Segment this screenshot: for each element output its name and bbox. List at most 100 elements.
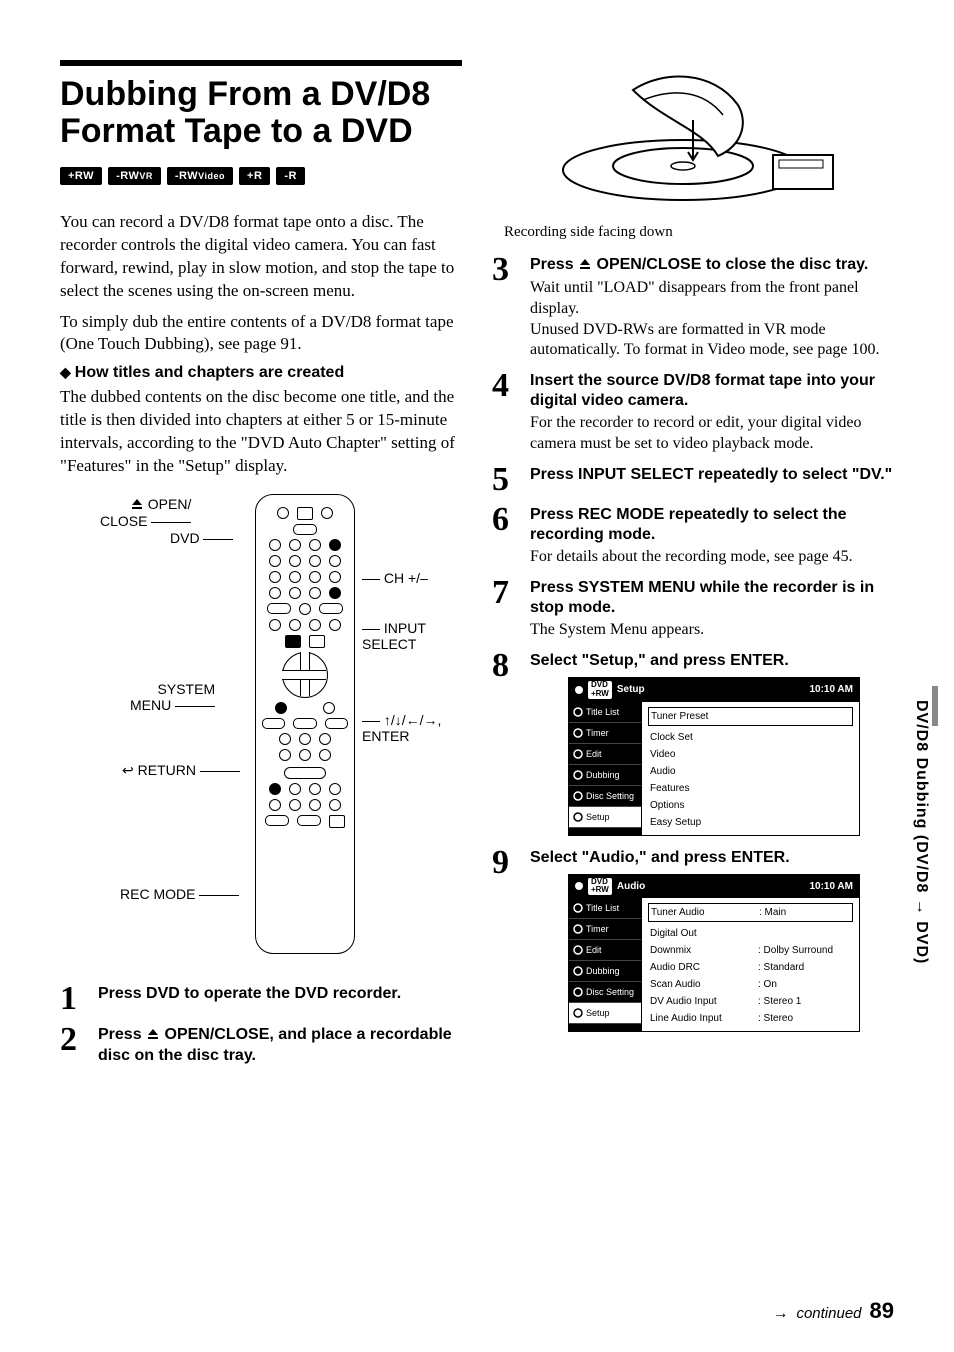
menu-side-item: Dubbing	[569, 961, 641, 982]
menu-side-item: Timer	[569, 723, 641, 744]
menu-side-item: Edit	[569, 940, 641, 961]
menu-item-icon	[573, 903, 583, 913]
return-icon: ↩	[122, 762, 134, 778]
menu-item-icon	[573, 791, 583, 801]
side-tab-bar	[932, 686, 938, 726]
eject-icon	[146, 1026, 160, 1046]
eject-icon	[578, 256, 592, 276]
step-head: Select "Setup," and press ENTER.	[530, 651, 894, 671]
step-head: Select "Audio," and press ENTER.	[530, 848, 894, 868]
menu-item-icon	[573, 812, 583, 822]
step-number: 7	[492, 578, 520, 641]
rec-icon	[575, 686, 583, 694]
step-number: 4	[492, 371, 520, 455]
step-body-text: For the recorder to record or edit, your…	[530, 413, 894, 455]
dvd-rw-badge: DVD+RW	[588, 681, 612, 699]
badge-minus-rw-vr: -RWVR	[108, 167, 161, 185]
dvd-rw-badge: DVD+RW	[588, 878, 612, 896]
page-number: 89	[870, 1298, 894, 1324]
menu-side-item: Edit	[569, 744, 641, 765]
menu-side-item: Disc Setting	[569, 982, 641, 1003]
menu-item-icon	[573, 707, 583, 717]
step-body-text: Wait until "LOAD" disappears from the fr…	[530, 278, 894, 361]
menu-side-item: Dubbing	[569, 765, 641, 786]
page-footer: → continued 89	[772, 1298, 894, 1324]
step-body-text: The System Menu appears.	[530, 620, 894, 641]
step-head: Press DVD to operate the DVD recorder.	[98, 984, 462, 1004]
menu-time: 10:10 AM	[809, 881, 853, 892]
label-arrows-enter: ↑/↓/←/→, ENTER	[362, 712, 441, 744]
continued-label: continued	[796, 1305, 861, 1322]
section-rule	[60, 60, 462, 66]
menu-item-icon	[573, 924, 583, 934]
rec-icon	[575, 882, 583, 890]
menu-main-item: Clock Set	[648, 729, 853, 746]
step-3: 3 Press OPEN/CLOSE to close the disc tra…	[492, 255, 894, 361]
intro-paragraph-1: You can record a DV/D8 format tape onto …	[60, 211, 462, 303]
step-2: 2 Press OPEN/CLOSE, and place a recordab…	[60, 1025, 462, 1068]
label-ch: CH +/–	[362, 570, 428, 586]
menu-main-item: Easy Setup	[648, 814, 853, 831]
continue-arrow-icon: →	[772, 1305, 788, 1323]
menu-main-item: Scan Audio: On	[648, 976, 853, 993]
arrow-pad	[282, 652, 328, 698]
menu-item-icon	[573, 945, 583, 955]
disc-insert-illustration	[492, 60, 894, 220]
step-number: 1	[60, 984, 88, 1015]
menu-title: Setup	[617, 684, 645, 695]
label-return: ↩ RETURN	[122, 762, 240, 778]
step-head: Press INPUT SELECT repeatedly to select …	[530, 465, 894, 485]
step-head: Insert the source DV/D8 format tape into…	[530, 371, 894, 411]
label-open-close: OPEN/ CLOSE	[100, 496, 191, 529]
subheading-titles-chapters: How titles and chapters are created	[60, 364, 462, 382]
step-6: 6 Press REC MODE repeatedly to select th…	[492, 505, 894, 568]
menu-item-icon	[573, 987, 583, 997]
step-head: Press OPEN/CLOSE to close the disc tray.	[530, 255, 894, 276]
menu-item-icon	[573, 770, 583, 780]
label-input-select: INPUT SELECT	[362, 620, 426, 652]
side-tab-label: DV/D8 Dubbing (DV/D8 → DVD)	[912, 700, 930, 964]
menu-main-item: Options	[648, 797, 853, 814]
menu-title: Audio	[617, 881, 645, 892]
menu-item-icon	[573, 1008, 583, 1018]
step-5: 5 Press INPUT SELECT repeatedly to selec…	[492, 465, 894, 496]
remote-diagram: OPEN/ CLOSE DVD CH +/– INPUT SELECT SYST…	[60, 494, 462, 974]
step-body-text: For details about the recording mode, se…	[530, 547, 894, 568]
menu-main-item: Tuner Preset	[648, 707, 853, 726]
step-head: Press SYSTEM MENU while the recorder is …	[530, 578, 894, 618]
illustration-caption: Recording side facing down	[504, 224, 894, 241]
label-rec-mode: REC MODE	[120, 886, 239, 902]
step-number: 8	[492, 651, 520, 838]
badge-minus-r: -R	[276, 167, 305, 185]
menu-main-item: Audio DRC: Standard	[648, 959, 853, 976]
menu-side-item: Setup	[569, 1003, 641, 1024]
subheading-body: The dubbed contents on the disc become o…	[60, 386, 462, 478]
setup-menu: DVD+RWSetup 10:10 AM Title ListTimerEdit…	[568, 677, 860, 836]
badge-minus-rw-video: -RWVideo	[167, 167, 233, 185]
step-number: 2	[60, 1025, 88, 1068]
format-badges: +RW -RWVR -RWVideo +R -R	[60, 167, 462, 185]
remote-outline	[255, 494, 355, 954]
menu-side-item: Timer	[569, 919, 641, 940]
intro-paragraph-2: To simply dub the entire contents of a D…	[60, 311, 462, 357]
step-7: 7 Press SYSTEM MENU while the recorder i…	[492, 578, 894, 641]
step-number: 6	[492, 505, 520, 568]
step-number: 9	[492, 848, 520, 1035]
menu-main-item: Audio	[648, 763, 853, 780]
step-head: Press REC MODE repeatedly to select the …	[530, 505, 894, 545]
menu-item-icon	[573, 749, 583, 759]
step-1: 1 Press DVD to operate the DVD recorder.	[60, 984, 462, 1015]
menu-main-item: Line Audio Input: Stereo	[648, 1010, 853, 1027]
menu-main-item: Video	[648, 746, 853, 763]
badge-plus-r: +R	[239, 167, 270, 185]
eject-icon	[130, 496, 144, 513]
badge-plus-rw: +RW	[60, 167, 102, 185]
label-dvd: DVD	[170, 530, 233, 546]
audio-menu: DVD+RW Audio 10:10 AM Title ListTimerEdit…	[568, 874, 860, 1033]
step-4: 4 Insert the source DV/D8 format tape in…	[492, 371, 894, 455]
menu-main-item: Tuner Audio: Main	[648, 903, 853, 922]
step-head: Press OPEN/CLOSE, and place a recordable…	[98, 1025, 462, 1066]
menu-side-item: Title List	[569, 898, 641, 919]
step-9: 9 Select "Audio," and press ENTER. DVD+R…	[492, 848, 894, 1035]
menu-time: 10:10 AM	[809, 684, 853, 695]
